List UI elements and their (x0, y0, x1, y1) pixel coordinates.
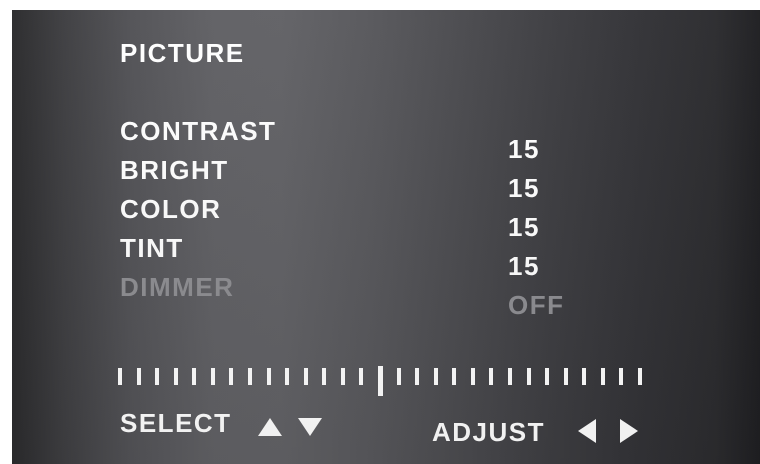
scale-tick (415, 368, 419, 385)
menu-item-tint[interactable]: TINT (120, 235, 184, 261)
menu-title: PICTURE (120, 38, 245, 68)
scale-tick (211, 368, 215, 385)
scale-tick (527, 368, 531, 385)
scale-tick (619, 368, 623, 385)
scale-tick (267, 368, 271, 385)
arrow-left-icon[interactable] (578, 419, 596, 443)
bright-value: 15 (508, 173, 540, 203)
arrow-down-icon[interactable] (298, 418, 322, 436)
scale-tick (397, 368, 401, 385)
scale-tick (434, 368, 438, 385)
scale-tick (118, 368, 122, 385)
scale-tick (545, 368, 549, 385)
adjustment-scale[interactable] (118, 366, 642, 396)
scale-tick (508, 368, 512, 385)
scale-tick (601, 368, 605, 385)
tint-value: 15 (508, 251, 540, 281)
scale-tick (229, 368, 233, 385)
adjust-label: ADJUST (432, 417, 546, 447)
scale-tick (137, 368, 141, 385)
arrow-up-icon[interactable] (258, 418, 282, 436)
scale-tick (489, 368, 493, 385)
scale-tick (192, 368, 196, 385)
scale-tick (304, 368, 308, 385)
menu-item-bright[interactable]: BRIGHT (120, 157, 229, 183)
arrow-right-icon[interactable] (620, 419, 638, 443)
menu-item-contrast[interactable]: CONTRAST (120, 118, 276, 144)
scale-tick (359, 368, 363, 385)
menu-item-color[interactable]: COLOR (120, 196, 221, 222)
scale-tick (341, 368, 345, 385)
scale-tick (285, 368, 289, 385)
scale-tick (638, 368, 642, 385)
scale-tick (322, 368, 326, 385)
menu-item-dimmer: DIMMER (120, 272, 235, 302)
select-label: SELECT (120, 408, 232, 438)
scale-tick (471, 368, 475, 385)
dimmer-value: OFF (508, 290, 565, 320)
color-value: 15 (508, 212, 540, 242)
scale-tick (155, 368, 159, 385)
scale-tick (174, 368, 178, 385)
scale-tick (452, 368, 456, 385)
contrast-value: 15 (508, 134, 540, 164)
osd-picture-menu: PICTURE CONTRAST 15 BRIGHT 15 COLOR 15 T… (12, 10, 760, 464)
scale-level-marker (378, 366, 383, 396)
scale-tick (248, 368, 252, 385)
scale-tick (582, 368, 586, 385)
scale-tick (564, 368, 568, 385)
